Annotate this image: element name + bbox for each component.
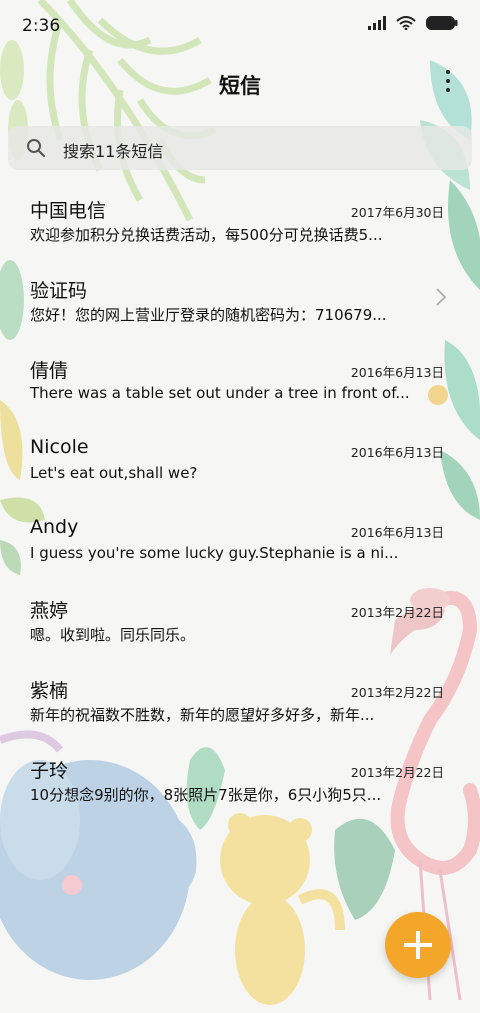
conversation-row[interactable]: Nicole 2016年6月13日 Let's eat out,shall we… xyxy=(0,420,480,500)
new-message-button[interactable] xyxy=(385,912,451,978)
app-header: 短信 xyxy=(0,62,480,108)
contact-name: 子玲 xyxy=(30,760,69,782)
conversation-row[interactable]: 子玲 2013年2月22日 10分想念9别的你，8张照片7张是你，6只小狗5只.… xyxy=(0,740,480,820)
conversation-row[interactable]: 中国电信 2017年6月30日 欢迎参加积分兑换话费活动，每500分可兑换话费5… xyxy=(0,180,480,260)
conversation-row[interactable]: 紫楠 2013年2月22日 新年的祝福数不胜数，新年的愿望好多好多，新年... xyxy=(0,660,480,740)
message-date: 2016年6月13日 xyxy=(350,445,444,460)
message-snippet: 嗯。收到啦。同乐同乐。 xyxy=(30,626,196,644)
message-snippet: I guess you're some lucky guy.Stephanie … xyxy=(30,544,399,562)
message-snippet: 您好！您的网上营业厅登录的随机密码为：710679... xyxy=(30,306,387,324)
contact-name: Andy xyxy=(30,516,79,538)
message-snippet: 新年的祝福数不胜数，新年的愿望好多好多，新年... xyxy=(30,706,375,724)
contact-name: 燕婷 xyxy=(30,600,69,622)
message-date: 2016年6月13日 xyxy=(350,365,444,380)
contact-name: 倩倩 xyxy=(30,360,69,382)
conversation-row[interactable]: 验证码 您好！您的网上营业厅登录的随机密码为：710679... xyxy=(0,260,480,340)
conversation-list: 中国电信 2017年6月30日 欢迎参加积分兑换话费活动，每500分可兑换话费5… xyxy=(0,180,480,820)
status-icons xyxy=(368,16,458,30)
message-snippet: 10分想念9别的你，8张照片7张是你，6只小狗5只... xyxy=(30,786,382,804)
contact-name: 中国电信 xyxy=(30,200,107,222)
signal-icon xyxy=(368,16,386,30)
search-bar[interactable]: 搜索11条短信 xyxy=(8,126,472,170)
chevron-right-icon xyxy=(436,288,446,306)
message-date: 2017年6月30日 xyxy=(350,205,444,220)
message-snippet: 欢迎参加积分兑换话费活动，每500分可兑换话费5... xyxy=(30,226,383,244)
search-input[interactable]: 搜索11条短信 xyxy=(63,138,163,162)
contact-name: 验证码 xyxy=(30,280,88,302)
conversation-row[interactable]: Andy 2016年6月13日 I guess you're some luck… xyxy=(0,500,480,580)
conversation-row[interactable]: 燕婷 2013年2月22日 嗯。收到啦。同乐同乐。 xyxy=(0,580,480,660)
message-date: 2013年2月22日 xyxy=(350,685,444,700)
more-vertical-icon[interactable] xyxy=(444,70,452,96)
message-snippet: Let's eat out,shall we? xyxy=(30,464,198,482)
page-title: 短信 xyxy=(219,74,261,98)
contact-name: 紫楠 xyxy=(30,680,69,702)
status-bar: 2:36 xyxy=(0,0,480,50)
status-time: 2:36 xyxy=(22,16,61,36)
message-date: 2016年6月13日 xyxy=(350,525,444,540)
message-date: 2013年2月22日 xyxy=(350,765,444,780)
message-snippet: There was a table set out under a tree i… xyxy=(30,384,410,402)
search-icon xyxy=(27,139,46,158)
contact-name: Nicole xyxy=(30,436,89,458)
conversation-row[interactable]: 倩倩 2016年6月13日 There was a table set out … xyxy=(0,340,480,420)
message-date: 2013年2月22日 xyxy=(350,605,444,620)
battery-icon xyxy=(426,16,458,30)
wifi-icon xyxy=(396,16,416,30)
